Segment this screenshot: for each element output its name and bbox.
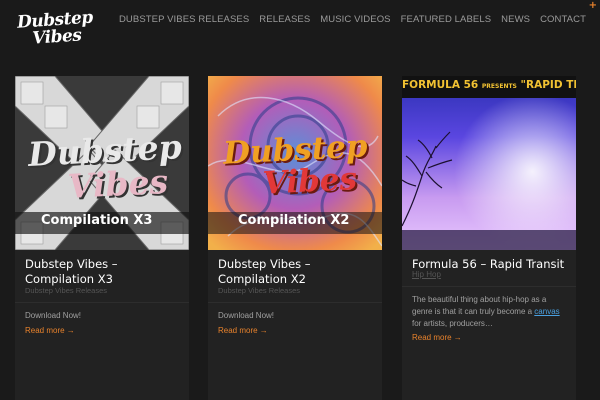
- nav-dubstep-vibes-releases[interactable]: DUBSTEP VIBES RELEASES: [119, 14, 249, 25]
- corner-plus-icon[interactable]: +: [589, 0, 597, 11]
- release-card: Dubstep Vibes Compilation X2 Dubstep Vib…: [208, 76, 382, 400]
- nav-music-videos[interactable]: MUSIC VIDEOS: [320, 14, 390, 25]
- nav-news[interactable]: NEWS: [501, 14, 530, 25]
- album-art-rapid-transit[interactable]: FORMULA 56 PRESENTS "RAPID TRANSIT": [402, 76, 576, 250]
- card-divider: [402, 286, 576, 287]
- album-art-line2: Vibes: [261, 160, 358, 202]
- album-art-compilation-x2[interactable]: Dubstep Vibes Compilation X2: [208, 76, 382, 250]
- album-art-caption: Compilation X3: [41, 213, 153, 228]
- release-excerpt: Download Now!: [25, 311, 82, 320]
- album-art-title: Dubstep Vibes: [222, 128, 369, 202]
- site-header: Dubstep Vibes DUBSTEP VIBES RELEASES REL…: [0, 0, 600, 60]
- site-logo[interactable]: Dubstep Vibes: [16, 8, 100, 56]
- album-art-caption: Compilation X2: [238, 213, 350, 228]
- release-category[interactable]: Hip Hop: [412, 270, 441, 279]
- release-title[interactable]: Dubstep Vibes – Compilation X2: [218, 257, 378, 287]
- release-card: Dubstep Vibes Compilation X3 Dubstep Vib…: [15, 76, 189, 400]
- release-category[interactable]: Dubstep Vibes Releases: [218, 286, 300, 295]
- canvas-link[interactable]: canvas: [534, 307, 559, 316]
- read-more-link[interactable]: Read more →: [412, 333, 462, 342]
- release-category[interactable]: Dubstep Vibes Releases: [25, 286, 107, 295]
- read-more-link[interactable]: Read more →: [25, 326, 75, 335]
- release-card: FORMULA 56 PRESENTS "RAPID TRANSIT" Form…: [402, 76, 576, 400]
- read-more-link[interactable]: Read more →: [218, 326, 268, 335]
- album-art-presents: PRESENTS: [481, 83, 517, 90]
- album-art-image: [402, 76, 576, 250]
- main-nav: DUBSTEP VIBES RELEASES RELEASES MUSIC VI…: [109, 14, 586, 25]
- album-art-title: Dubstep Vibes: [27, 127, 184, 206]
- nav-releases[interactable]: RELEASES: [259, 14, 310, 25]
- album-art-artist: FORMULA 56: [402, 79, 479, 91]
- album-art-header: FORMULA 56 PRESENTS "RAPID TRANSIT": [402, 79, 576, 91]
- nav-featured-labels[interactable]: FEATURED LABELS: [401, 14, 492, 25]
- excerpt-text: The beautiful thing about hip-hop as a g…: [412, 295, 547, 316]
- release-excerpt: The beautiful thing about hip-hop as a g…: [412, 294, 562, 330]
- album-art-album: "RAPID TRANSIT": [520, 79, 576, 91]
- release-excerpt: Download Now!: [218, 311, 275, 320]
- release-title[interactable]: Dubstep Vibes – Compilation X3: [25, 257, 185, 287]
- album-art-line2: Vibes: [66, 161, 170, 206]
- card-divider: [15, 302, 189, 303]
- album-art-compilation-x3[interactable]: Dubstep Vibes Compilation X3: [15, 76, 189, 250]
- card-divider: [208, 302, 382, 303]
- excerpt-text-end: for artists, producers…: [412, 319, 493, 328]
- nav-contact[interactable]: CONTACT: [540, 14, 586, 25]
